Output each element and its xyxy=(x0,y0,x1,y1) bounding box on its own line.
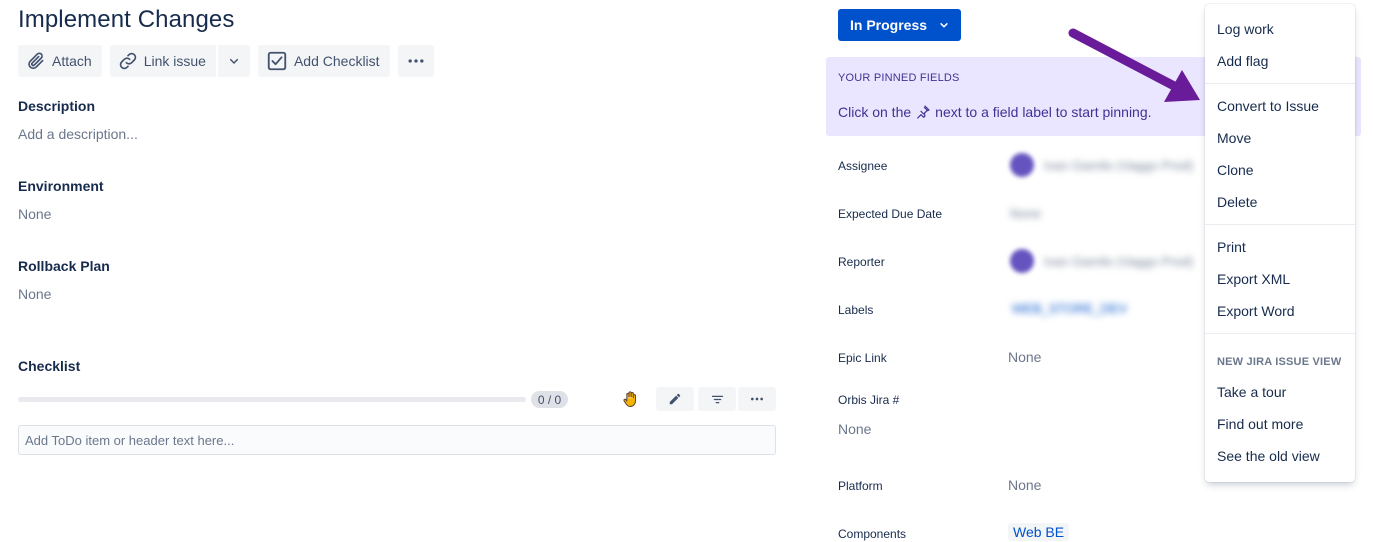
pinned-fields-hint: Click on the next to a field label to st… xyxy=(838,104,1152,120)
assignee-avatar xyxy=(1010,153,1034,177)
menu-item-add-flag[interactable]: Add flag xyxy=(1217,53,1268,69)
menu-item-export-word[interactable]: Export Word xyxy=(1217,303,1295,319)
pinned-hint-before: Click on the xyxy=(838,104,912,120)
menu-item-clone[interactable]: Clone xyxy=(1217,162,1254,178)
pencil-icon xyxy=(669,393,681,405)
orbis-jira-label: Orbis Jira # xyxy=(838,393,900,407)
labels-label: Labels xyxy=(838,303,874,317)
link-issue-button[interactable]: Link issue xyxy=(109,45,216,77)
chevron-down-icon xyxy=(940,23,948,28)
epic-link-value[interactable]: None xyxy=(1008,349,1041,365)
link-issue-split: Link issue xyxy=(109,45,250,77)
todo-input[interactable] xyxy=(18,425,776,455)
menu-item-find-out-more[interactable]: Find out more xyxy=(1217,416,1303,432)
menu-item-move[interactable]: Move xyxy=(1217,130,1251,146)
menu-divider xyxy=(1205,333,1355,334)
reporter-value[interactable]: Ivan Gamilo (Vaggo Prod) xyxy=(1044,254,1193,269)
menu-item-see-old-view[interactable]: See the old view xyxy=(1217,448,1320,464)
pinned-hint-after: next to a field label to start pinning. xyxy=(935,104,1152,120)
description-placeholder[interactable]: Add a description... xyxy=(18,126,138,142)
menu-item-convert-to-issue[interactable]: Convert to Issue xyxy=(1217,98,1319,114)
checklist-count-badge: 0 / 0 xyxy=(531,391,568,408)
checklist-more-button[interactable] xyxy=(738,387,776,411)
link-issue-dropdown-button[interactable] xyxy=(217,45,250,77)
components-label: Components xyxy=(838,527,907,541)
link-issue-label: Link issue xyxy=(143,53,206,69)
components-value[interactable]: Web BE xyxy=(1008,523,1070,541)
platform-value[interactable]: None xyxy=(1008,477,1041,493)
assignee-value[interactable]: Ivan Gamilo (Vaggo Prod) xyxy=(1044,158,1193,173)
due-date-value[interactable]: None xyxy=(1010,206,1041,221)
environment-label: Environment xyxy=(18,178,104,194)
hand-icon[interactable] xyxy=(621,389,641,409)
more-icon xyxy=(751,397,763,401)
menu-divider xyxy=(1205,224,1355,225)
description-label: Description xyxy=(18,98,96,114)
menu-item-log-work[interactable]: Log work xyxy=(1217,21,1274,37)
more-actions-button[interactable] xyxy=(397,45,434,77)
menu-divider xyxy=(1205,83,1355,84)
pin-icon xyxy=(917,105,930,119)
edit-checklist-button[interactable] xyxy=(656,387,694,411)
menu-item-export-xml[interactable]: Export XML xyxy=(1217,271,1290,287)
status-label: In Progress xyxy=(850,17,928,33)
attach-label: Attach xyxy=(52,53,92,69)
issue-title[interactable]: Implement Changes xyxy=(18,6,234,34)
reporter-avatar xyxy=(1010,249,1034,273)
chevron-down-icon xyxy=(229,58,239,64)
menu-item-print[interactable]: Print xyxy=(1217,239,1246,255)
more-actions-menu: Log work Add flag Convert to Issue Move … xyxy=(1205,4,1355,482)
paperclip-icon xyxy=(28,52,44,70)
attach-button[interactable]: Attach xyxy=(18,45,102,77)
assignee-label: Assignee xyxy=(838,159,888,173)
checklist-progress-bar xyxy=(18,397,526,402)
add-checklist-label: Add Checklist xyxy=(293,53,380,69)
checklist-label: Checklist xyxy=(18,358,81,374)
status-button[interactable]: In Progress xyxy=(838,9,961,41)
rollback-plan-value[interactable]: None xyxy=(18,286,51,302)
more-icon xyxy=(408,59,424,63)
filter-checklist-button[interactable] xyxy=(698,387,736,411)
menu-item-take-a-tour[interactable]: Take a tour xyxy=(1217,384,1286,400)
platform-label: Platform xyxy=(838,479,883,493)
filter-icon xyxy=(711,395,723,403)
orbis-jira-value[interactable]: None xyxy=(838,421,871,437)
pinned-fields-title: YOUR PINNED FIELDS xyxy=(838,72,960,84)
issue-toolbar: Attach Link issue Add Checklist xyxy=(18,45,434,77)
environment-value[interactable]: None xyxy=(18,206,51,222)
menu-section-new-view: NEW JIRA ISSUE VIEW xyxy=(1217,356,1342,368)
labels-value[interactable]: WEB_STORE_DEV xyxy=(1012,301,1127,316)
link-icon xyxy=(119,52,136,70)
add-checklist-button[interactable]: Add Checklist xyxy=(257,45,390,77)
due-date-label: Expected Due Date xyxy=(838,207,943,221)
epic-link-label: Epic Link xyxy=(838,351,887,365)
checkbox-icon xyxy=(267,51,287,71)
rollback-plan-label: Rollback Plan xyxy=(18,258,110,274)
menu-item-delete[interactable]: Delete xyxy=(1217,194,1257,210)
reporter-label: Reporter xyxy=(838,255,885,269)
